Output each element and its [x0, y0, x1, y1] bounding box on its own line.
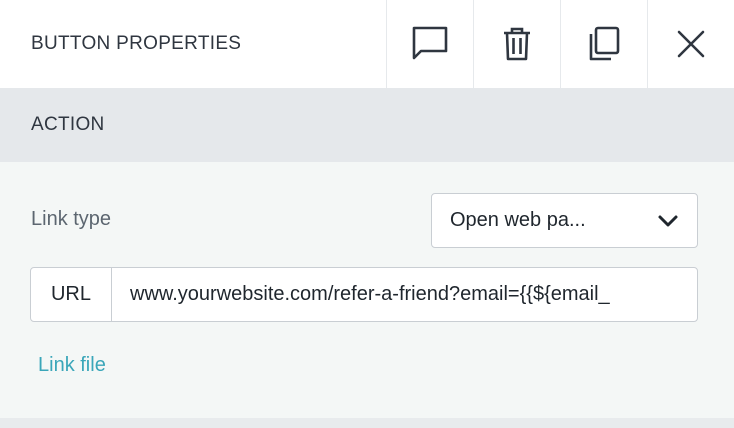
link-type-selected-value: Open web pa... — [450, 209, 586, 231]
url-prefix-label: URL — [31, 268, 112, 321]
panel-title: BUTTON PROPERTIES — [31, 33, 242, 54]
comment-icon — [412, 26, 448, 60]
url-input[interactable] — [112, 268, 697, 321]
delete-button[interactable] — [473, 0, 560, 88]
properties-header: BUTTON PROPERTIES — [0, 0, 734, 88]
action-section-header[interactable]: ACTION — [0, 88, 734, 162]
next-section-strip — [0, 418, 734, 428]
url-field-group: URL — [30, 267, 698, 322]
link-type-label: Link type — [31, 208, 112, 230]
trash-icon — [504, 27, 530, 61]
duplicate-button[interactable] — [560, 0, 647, 88]
chevron-down-icon — [658, 215, 678, 226]
action-section-body: Link type Open web pa... URL Link file — [0, 162, 734, 418]
link-file-link[interactable]: Link file — [38, 354, 106, 377]
close-icon — [677, 30, 705, 58]
comment-button[interactable] — [386, 0, 473, 88]
duplicate-icon — [589, 26, 620, 61]
close-button[interactable] — [647, 0, 734, 88]
link-type-select[interactable]: Open web pa... — [431, 193, 698, 248]
